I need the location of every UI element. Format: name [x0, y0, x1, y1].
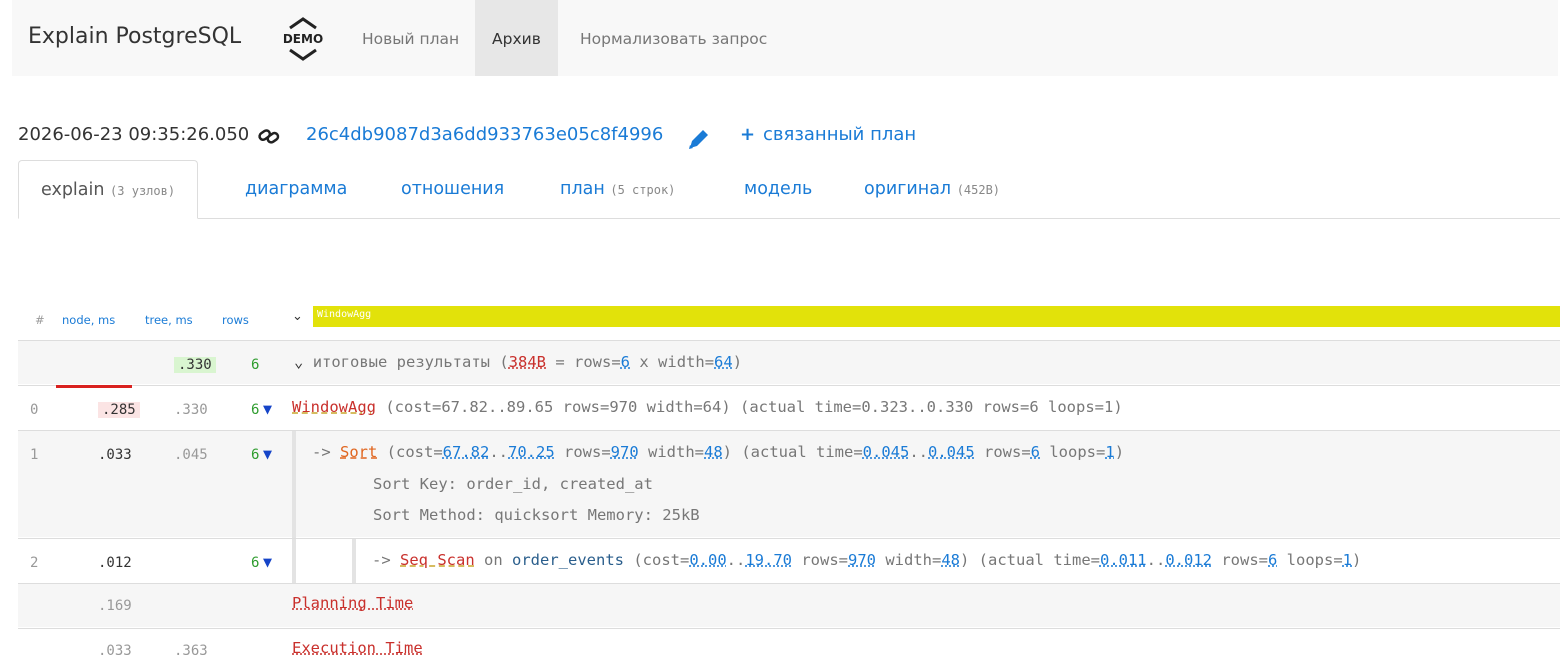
tab-plan[interactable]: план (5 строк) — [538, 160, 697, 218]
tab-relations[interactable]: отношения — [379, 160, 526, 218]
execution-node-ms: .033 — [98, 643, 132, 659]
row-index: 1 — [30, 447, 39, 463]
tree-indent-line — [292, 431, 296, 538]
execution-tree-ms: .363 — [174, 643, 208, 659]
summary-text: ⌄ итоговые результаты (384B = rows=6 x w… — [294, 353, 743, 371]
rows-count: 6 — [251, 447, 260, 463]
tab-model[interactable]: модель — [722, 160, 834, 218]
node-name-windowagg[interactable]: WindowAgg — [292, 398, 376, 416]
tab-explain[interactable]: explain (3 узлов) — [18, 160, 199, 219]
col-header-rows[interactable]: rows — [222, 313, 249, 327]
rows-count: 6 — [251, 555, 260, 571]
collapse-chevron-icon[interactable]: ⌄ — [292, 309, 303, 324]
pencil-icon[interactable] — [686, 128, 710, 150]
tab-original[interactable]: оригинал (452B) — [842, 160, 1022, 218]
table-row[interactable]: 0 .285 .330 6 ▼ WindowAgg (cost=67.82..8… — [18, 385, 1560, 429]
summary-row: .330 6 ⌄ итоговые результаты (384B = row… — [18, 340, 1560, 384]
tab-diagram[interactable]: диаграмма — [223, 160, 369, 218]
expand-triangle-icon[interactable]: ▼ — [263, 400, 272, 418]
summary-chevron-icon[interactable]: ⌄ — [294, 353, 303, 371]
table-row[interactable]: 1 .033 .045 6 ▼ -> Sort (cost=67.82..70.… — [18, 430, 1560, 538]
tree-indent-line — [352, 539, 356, 583]
nav-archive[interactable]: Архив — [475, 0, 558, 76]
node-name-sort[interactable]: Sort — [340, 443, 377, 461]
expand-triangle-icon[interactable]: ▼ — [263, 445, 272, 463]
plan-timestamp: 2026-06-23 09:35:26.050 — [18, 124, 250, 145]
plus-icon[interactable]: + — [740, 124, 755, 145]
relation-name[interactable]: order_events — [512, 551, 624, 569]
rows-count: 6 — [251, 402, 260, 418]
sort-method-detail: Sort Method: quicksort Memory: 25kB — [373, 506, 700, 524]
tree-ms: .330 — [174, 402, 208, 418]
tab-bar: explain (3 узлов) диаграмма отношения пл… — [18, 160, 1560, 219]
table-row[interactable]: 2 .012 6 ▼ -> Seq Scan on order_events (… — [18, 538, 1560, 583]
summary-tree-ms: .330 — [174, 357, 216, 373]
highlight-bar-label: WindowAgg — [317, 309, 372, 320]
demo-badge-text: DEMO — [283, 32, 323, 46]
highlight-bar[interactable] — [313, 306, 1560, 327]
node-ms: .285 — [98, 402, 140, 418]
sort-key-detail: Sort Key: order_id, created_at — [373, 475, 653, 493]
plan-node-line: -> Sort (cost=67.82..70.25 rows=970 widt… — [312, 443, 1125, 461]
execution-time-row: .033 .363 Execution Time — [18, 628, 1560, 667]
navbar: Explain PostgreSQL DEMO Новый план Архив… — [12, 0, 1558, 76]
tree-ms: .045 — [174, 447, 208, 463]
related-plan-link[interactable]: связанный план — [763, 124, 916, 145]
tree-indent-line — [292, 539, 296, 583]
brand-title[interactable]: Explain PostgreSQL — [28, 24, 241, 49]
node-name-seq-scan[interactable]: Seq Scan — [400, 551, 475, 569]
col-header-index: # — [35, 313, 45, 327]
node-ms: .033 — [98, 447, 132, 463]
row-index: 0 — [30, 402, 39, 418]
plan-id-link[interactable]: 26c4db9087d3a6dd933763e05c8f4996 — [306, 124, 663, 145]
plan-node-line: -> Seq Scan on order_events (cost=0.00..… — [372, 551, 1362, 569]
nav-new-plan[interactable]: Новый план — [350, 0, 471, 76]
row-index: 2 — [30, 555, 39, 571]
col-header-node-ms[interactable]: node, ms — [62, 313, 115, 327]
col-header-tree-ms[interactable]: tree, ms — [145, 313, 193, 327]
execution-time-label[interactable]: Execution Time — [292, 639, 423, 657]
expand-triangle-icon[interactable]: ▼ — [263, 553, 272, 571]
planning-node-ms: .169 — [98, 598, 132, 614]
plan-node-line: WindowAgg (cost=67.82..89.65 rows=970 wi… — [292, 398, 1123, 416]
link-icon[interactable] — [257, 126, 281, 146]
planning-time-row: .169 Planning Time — [18, 583, 1560, 627]
planning-time-label[interactable]: Planning Time — [292, 594, 413, 612]
node-ms: .012 — [98, 555, 132, 571]
summary-rows: 6 — [251, 357, 260, 373]
demo-badge-icon[interactable]: DEMO — [280, 12, 326, 64]
time-bar — [56, 385, 132, 388]
nav-normalize[interactable]: Нормализовать запрос — [580, 0, 767, 76]
